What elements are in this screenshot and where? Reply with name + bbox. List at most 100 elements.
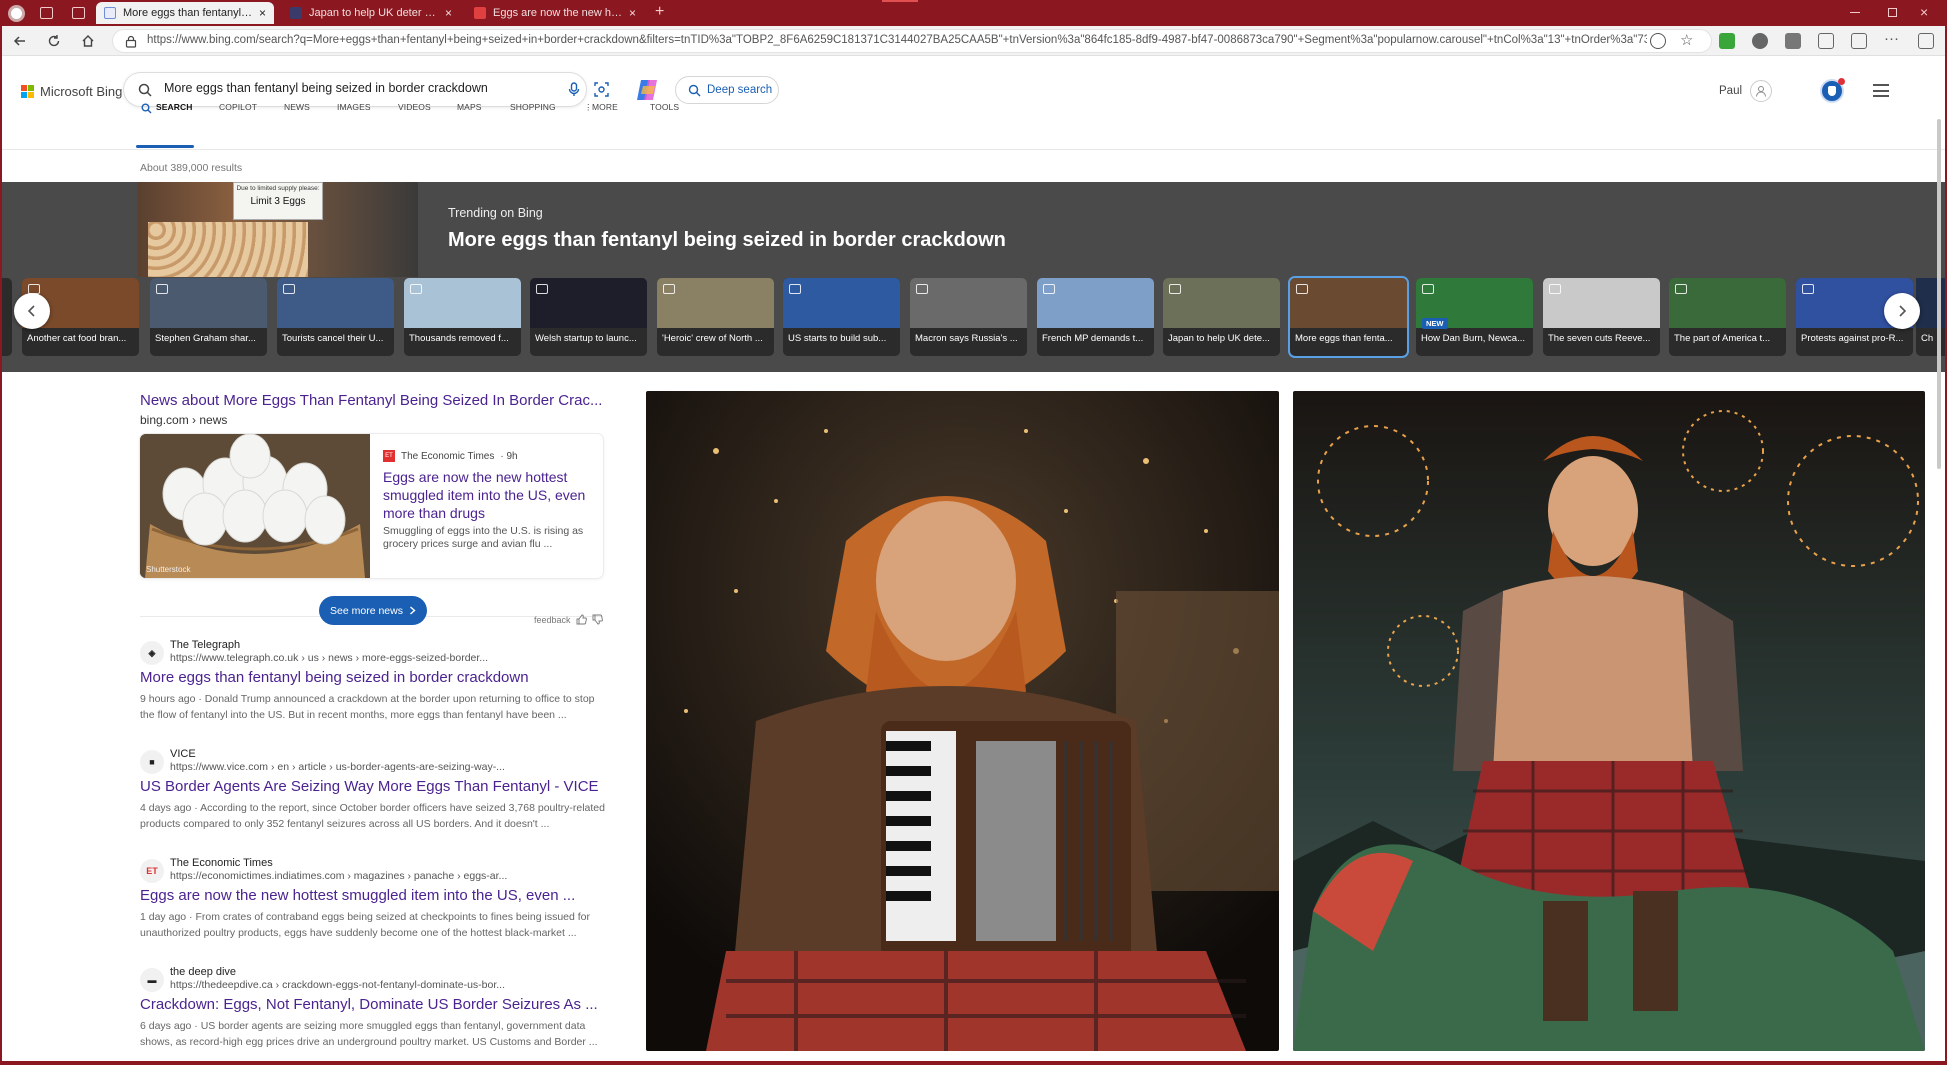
new-tab-icon[interactable]: + xyxy=(655,3,664,21)
trending-card[interactable]: Welsh startup to launc... xyxy=(530,278,647,356)
trending-card[interactable]: More eggs than fenta... xyxy=(1288,276,1409,358)
see-more-news-button[interactable]: See more news xyxy=(319,596,427,625)
workspaces-icon[interactable] xyxy=(40,7,53,19)
avatar-icon xyxy=(1750,80,1773,102)
news-age: · 9h xyxy=(500,450,518,462)
news-source: The Economic Times xyxy=(401,450,495,462)
more-menu-icon[interactable]: ··· xyxy=(1884,30,1899,47)
extension-icon[interactable] xyxy=(1752,33,1768,49)
trending-card-caption: Macron says Russia's ... xyxy=(915,333,1018,344)
rewards-icon[interactable] xyxy=(1820,78,1845,103)
result-title[interactable]: Crackdown: Eggs, Not Fentanyl, Dominate … xyxy=(140,996,598,1013)
profile-icon[interactable] xyxy=(8,5,25,22)
trending-card-caption: Protests against pro-R... xyxy=(1801,333,1904,344)
tab-japan-uk[interactable]: Japan to help UK deter Putin with × xyxy=(282,2,460,24)
favorites-icon[interactable] xyxy=(1851,33,1867,49)
refresh-icon[interactable] xyxy=(43,30,65,52)
close-tab-icon[interactable]: × xyxy=(629,6,636,20)
tab-bing-search[interactable]: More eggs than fentanyl being seiz × xyxy=(96,2,274,24)
home-icon[interactable] xyxy=(77,30,99,52)
trending-card-caption: Japan to help UK dete... xyxy=(1168,333,1270,344)
url-bar[interactable]: https://www.bing.com/search?q=More+eggs+… xyxy=(112,29,1712,53)
trending-card[interactable]: How Dan Burn, Newca... NEW xyxy=(1416,278,1533,356)
search-input[interactable] xyxy=(164,81,504,95)
tab-maps[interactable]: MAPS xyxy=(457,102,482,112)
news-section-title[interactable]: News about More Eggs Than Fentanyl Being… xyxy=(140,392,602,409)
result-url[interactable]: https://economictimes.indiatimes.com › m… xyxy=(170,870,507,882)
trending-card[interactable]: Japan to help UK dete... xyxy=(1163,278,1280,356)
trending-card[interactable]: French MP demands t... xyxy=(1037,278,1154,356)
trending-card[interactable]: The part of America t... xyxy=(1669,278,1786,356)
result-snippet: 9 hours ago · Donald Trump announced a c… xyxy=(140,693,595,721)
copilot-icon[interactable] xyxy=(633,76,661,104)
carousel-prev-button[interactable] xyxy=(14,293,50,329)
close-window-icon[interactable]: × xyxy=(1920,4,1928,20)
image-accordion-player[interactable] xyxy=(646,391,1279,1051)
result-title[interactable]: US Border Agents Are Seizing Way More Eg… xyxy=(140,778,599,795)
extensions-puzzle-icon[interactable] xyxy=(1818,33,1834,49)
minimize-icon[interactable] xyxy=(1850,12,1860,13)
bing-logo[interactable]: Microsoft Bing xyxy=(21,84,122,99)
sidebar-toggle-icon[interactable] xyxy=(1918,33,1934,49)
microphone-icon[interactable] xyxy=(568,82,580,97)
news-breadcrumb: bing.com › news xyxy=(140,413,228,427)
trending-card[interactable]: Macron says Russia's ... xyxy=(910,278,1027,356)
trending-card[interactable]: Tourists cancel their U... xyxy=(277,278,394,356)
news-card[interactable]: Shutterstock ET The Economic Times · 9h … xyxy=(140,434,603,578)
scrollbar-thumb[interactable] xyxy=(1937,119,1941,469)
eggs-thumbnail[interactable]: Shutterstock xyxy=(140,434,370,578)
trending-title[interactable]: More eggs than fentanyl being seized in … xyxy=(448,229,1006,252)
result-url[interactable]: https://thedeepdive.ca › crackdown-eggs-… xyxy=(170,979,505,991)
tab-economic-times[interactable]: Eggs are now the new hottest smu × xyxy=(466,2,644,24)
tab-actions-icon[interactable] xyxy=(72,7,85,19)
thumbs-down-icon[interactable] xyxy=(592,614,603,625)
partial-card-left[interactable] xyxy=(2,278,12,356)
address-toolbar: https://www.bing.com/search?q=More+eggs+… xyxy=(0,26,1947,56)
tab-videos[interactable]: VIDEOS xyxy=(398,102,431,112)
trending-card-caption: More eggs than fenta... xyxy=(1295,333,1393,344)
news-story-icon xyxy=(410,284,422,294)
back-icon[interactable] xyxy=(9,30,31,52)
tab-copilot[interactable]: COPILOT xyxy=(219,102,257,112)
result-title[interactable]: Eggs are now the new hottest smuggled it… xyxy=(140,887,575,904)
carousel-next-button[interactable] xyxy=(1884,293,1920,329)
limit-eggs-sign: Due to limited supply please: Limit 3 Eg… xyxy=(233,182,323,220)
visual-search-icon[interactable] xyxy=(594,82,609,97)
extension-check-icon[interactable] xyxy=(1719,33,1735,49)
tab-shopping[interactable]: SHOPPING xyxy=(510,102,556,112)
tracking-icon[interactable] xyxy=(1650,33,1666,49)
result-url[interactable]: https://www.vice.com › en › article › us… xyxy=(170,761,505,773)
trending-hero-image[interactable]: Due to limited supply please: Limit 3 Eg… xyxy=(138,182,418,277)
trending-card[interactable]: 'Heroic' crew of North ... xyxy=(657,278,774,356)
telegraph-favicon-icon: ◈ xyxy=(140,641,164,665)
user-account[interactable]: Paul xyxy=(1719,80,1773,102)
thumbs-up-icon[interactable] xyxy=(576,614,587,625)
url-text: https://www.bing.com/search?q=More+eggs+… xyxy=(147,34,1647,46)
close-tab-icon[interactable]: × xyxy=(445,6,452,20)
favorite-star-icon[interactable]: ☆ xyxy=(1680,31,1693,49)
image-kilted-warrior[interactable] xyxy=(1293,391,1925,1051)
close-tab-icon[interactable]: × xyxy=(259,6,266,20)
extension-m-icon[interactable] xyxy=(1785,33,1801,49)
trending-card[interactable]: Thousands removed f... xyxy=(404,278,521,356)
trending-card[interactable]: US starts to build sub... xyxy=(783,278,900,356)
tab-news[interactable]: NEWS xyxy=(284,102,310,112)
result-url[interactable]: https://www.telegraph.co.uk › us › news … xyxy=(170,652,488,664)
deep-search-button[interactable]: Deep search xyxy=(675,76,779,104)
news-story-icon xyxy=(536,284,548,294)
chevron-right-icon xyxy=(410,606,416,615)
bing-results-page: Microsoft Bing Deep search Paul SEARCH C… xyxy=(2,57,1945,1065)
tab-images[interactable]: IMAGES xyxy=(337,102,371,112)
tab-tools[interactable]: TOOLS xyxy=(650,102,679,112)
result-site: The Telegraph xyxy=(170,639,241,651)
news-headline[interactable]: Eggs are now the new hottest smuggled it… xyxy=(383,468,593,522)
result-title[interactable]: More eggs than fentanyl being seized in … xyxy=(140,669,529,686)
hamburger-menu-icon[interactable] xyxy=(1873,84,1889,97)
tab-more[interactable]: MORE xyxy=(592,102,618,112)
restore-icon[interactable] xyxy=(1888,8,1897,17)
trending-card[interactable]: The seven cuts Reeve... xyxy=(1543,278,1660,356)
tab-search[interactable]: SEARCH xyxy=(156,102,193,112)
result-snippet: 4 days ago · According to the report, si… xyxy=(140,802,605,830)
trending-card[interactable]: Stephen Graham shar... xyxy=(150,278,267,356)
search-tab-icon xyxy=(141,103,152,114)
